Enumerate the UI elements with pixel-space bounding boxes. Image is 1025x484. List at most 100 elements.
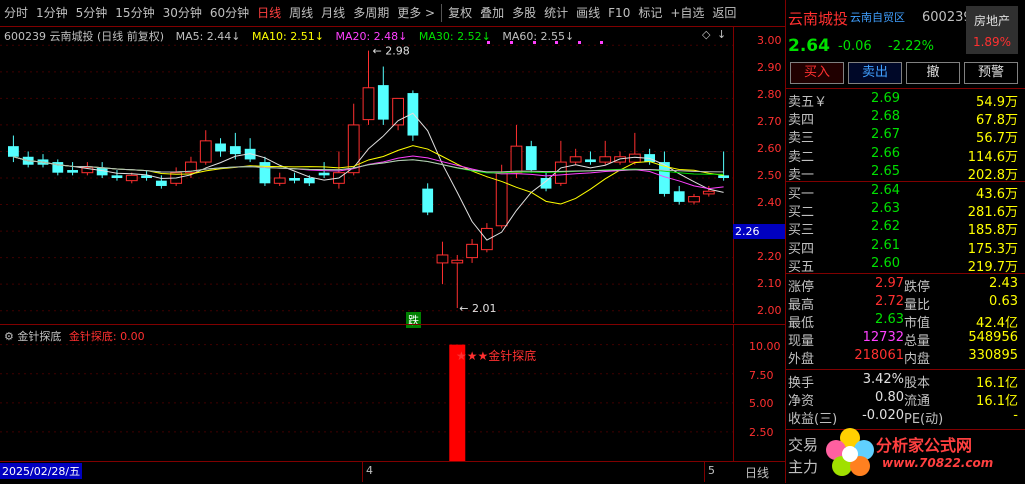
signal-dot	[578, 41, 581, 44]
ask-row[interactable]: 卖五￥ 2.69 54.9万	[786, 91, 1022, 110]
bid-row[interactable]: 买二 2.63 281.6万	[786, 201, 1022, 220]
ask-label: 卖四	[788, 113, 815, 129]
tab-1min[interactable]: 1分钟	[32, 2, 72, 24]
bid-volume: 219.7万	[967, 259, 1018, 275]
ask-row[interactable]: 卖一 2.65 202.8万	[786, 164, 1022, 183]
bid-row[interactable]: 买四 2.61 175.3万	[786, 237, 1022, 257]
candle-body[interactable]	[229, 146, 241, 155]
candle-body[interactable]	[673, 191, 685, 202]
multi-stock-button[interactable]: 多股	[508, 2, 540, 24]
candle-body[interactable]	[259, 162, 271, 184]
indicator-tick: 10.00	[749, 340, 781, 353]
candle-body[interactable]	[525, 146, 537, 171]
candle-body[interactable]	[125, 174, 138, 182]
tab-15min[interactable]: 15分钟	[111, 2, 158, 24]
candle-body[interactable]	[303, 178, 315, 184]
candle-body[interactable]	[362, 87, 375, 121]
candle-body[interactable]	[67, 170, 78, 173]
candle-body[interactable]	[436, 254, 449, 264]
price-change-pct: -2.22%	[888, 39, 934, 54]
kline-plot[interactable]: ← 2.98 ← 2.01	[0, 26, 733, 323]
candle-body[interactable]	[347, 124, 360, 174]
sell-button[interactable]: 卖出	[848, 62, 902, 84]
cancel-order-button[interactable]: 撤	[906, 62, 960, 84]
candle-body[interactable]	[585, 159, 596, 163]
limit-down-label: 跌停	[904, 280, 931, 295]
tab-daily[interactable]: 日线	[253, 2, 285, 24]
kline-chart[interactable]: 600239 云南城投 (日线 前复权) MA5: 2.44↓ MA10: 2.…	[0, 26, 734, 328]
bid-price: 2.61	[871, 237, 900, 253]
bid-row[interactable]: 买五 2.60 219.7万	[786, 255, 1022, 275]
stats-button[interactable]: 统计	[540, 2, 572, 24]
candle-body[interactable]	[199, 140, 212, 163]
price-change: -0.06	[838, 39, 872, 54]
period-toolbar: 分时 1分钟 5分钟 15分钟 30分钟 60分钟 日线 周线 月线 多周期 更…	[0, 0, 785, 27]
candle-body[interactable]	[540, 178, 552, 189]
tab-intraday[interactable]: 分时	[0, 2, 32, 24]
candle-body[interactable]	[215, 143, 226, 152]
float-value: 16.1亿	[976, 394, 1018, 409]
candle-body[interactable]	[273, 177, 286, 184]
f10-button[interactable]: F10	[604, 2, 634, 24]
buy-button[interactable]: 买入	[790, 62, 844, 84]
candle-body[interactable]	[510, 145, 523, 174]
trade-tab[interactable]: 交易	[788, 434, 818, 455]
divider	[786, 88, 1025, 89]
candle-body[interactable]	[599, 156, 612, 163]
candle-body[interactable]	[155, 180, 167, 186]
eps-value: -0.020	[862, 408, 904, 423]
main-force-tab[interactable]: 主力	[788, 456, 818, 477]
candle-body[interactable]	[718, 175, 729, 178]
candle-body[interactable]	[422, 188, 434, 213]
ask-row[interactable]: 卖二 2.66 114.6万	[786, 146, 1022, 165]
candle-body[interactable]	[289, 178, 300, 181]
candle-body[interactable]	[377, 85, 389, 120]
share-capital-label: 股本	[904, 376, 931, 391]
bid-row[interactable]: 买一 2.64 43.6万	[786, 183, 1022, 202]
sector-tag[interactable]: 云南自贸区	[850, 9, 905, 25]
tab-monthly[interactable]: 月线	[317, 2, 349, 24]
tab-more[interactable]: 更多 >	[393, 2, 439, 24]
tab-weekly[interactable]: 周线	[285, 2, 317, 24]
alert-button[interactable]: 预警	[964, 62, 1018, 84]
back-button[interactable]: 返回	[708, 2, 740, 24]
tab-60min[interactable]: 60分钟	[206, 2, 253, 24]
tab-5min[interactable]: 5分钟	[72, 2, 112, 24]
add-watchlist-button[interactable]: +自选	[666, 2, 708, 24]
price-tick: 2.20	[757, 250, 782, 263]
inner-disk-label: 内盘	[904, 352, 931, 367]
candle-body[interactable]	[480, 227, 493, 251]
overlay-button[interactable]: 叠加	[476, 2, 508, 24]
divider	[786, 369, 1025, 370]
candle-body[interactable]	[702, 190, 715, 195]
indicator-pane[interactable]: ⚙ 金针探底 金针探底: 0.00 ★★★金针探底	[0, 324, 734, 462]
indicator-tick: 5.00	[749, 397, 774, 410]
indicator-axis: 10.00 7.50 5.00 2.50	[733, 324, 785, 462]
arrow-down-icon[interactable]: ↓	[717, 28, 726, 41]
period-label[interactable]: 日线	[745, 464, 769, 481]
ask-row[interactable]: 卖四 2.68 67.8万	[786, 109, 1022, 129]
tab-multi-period[interactable]: 多周期	[349, 2, 393, 24]
candle-body[interactable]	[318, 172, 330, 176]
candle-body[interactable]	[8, 146, 19, 157]
bid-row[interactable]: 买三 2.62 185.8万	[786, 219, 1022, 238]
draw-line-button[interactable]: 画线	[572, 2, 604, 24]
candle-body[interactable]	[554, 161, 567, 184]
bid-price: 2.60	[871, 255, 900, 271]
watermark-url: www.70822.com	[882, 456, 994, 470]
adjust-button[interactable]: 复权	[444, 2, 476, 24]
candle-body[interactable]	[111, 175, 123, 178]
industry-box[interactable]: 房地产 1.89%	[966, 6, 1018, 54]
candle-body[interactable]	[569, 156, 582, 163]
candle-body[interactable]	[451, 259, 464, 264]
diamond-icon[interactable]: ◇	[702, 28, 710, 41]
candle-body[interactable]	[688, 196, 700, 203]
candle-body[interactable]	[466, 243, 478, 259]
pe-value: -	[1013, 408, 1018, 423]
ask-row[interactable]: 卖三 2.67 56.7万	[786, 127, 1022, 146]
ask-label: 卖一	[788, 167, 815, 183]
bid-price: 2.62	[871, 219, 900, 235]
candle-body[interactable]	[407, 93, 419, 136]
mark-button[interactable]: 标记	[634, 2, 666, 24]
tab-30min[interactable]: 30分钟	[159, 2, 206, 24]
